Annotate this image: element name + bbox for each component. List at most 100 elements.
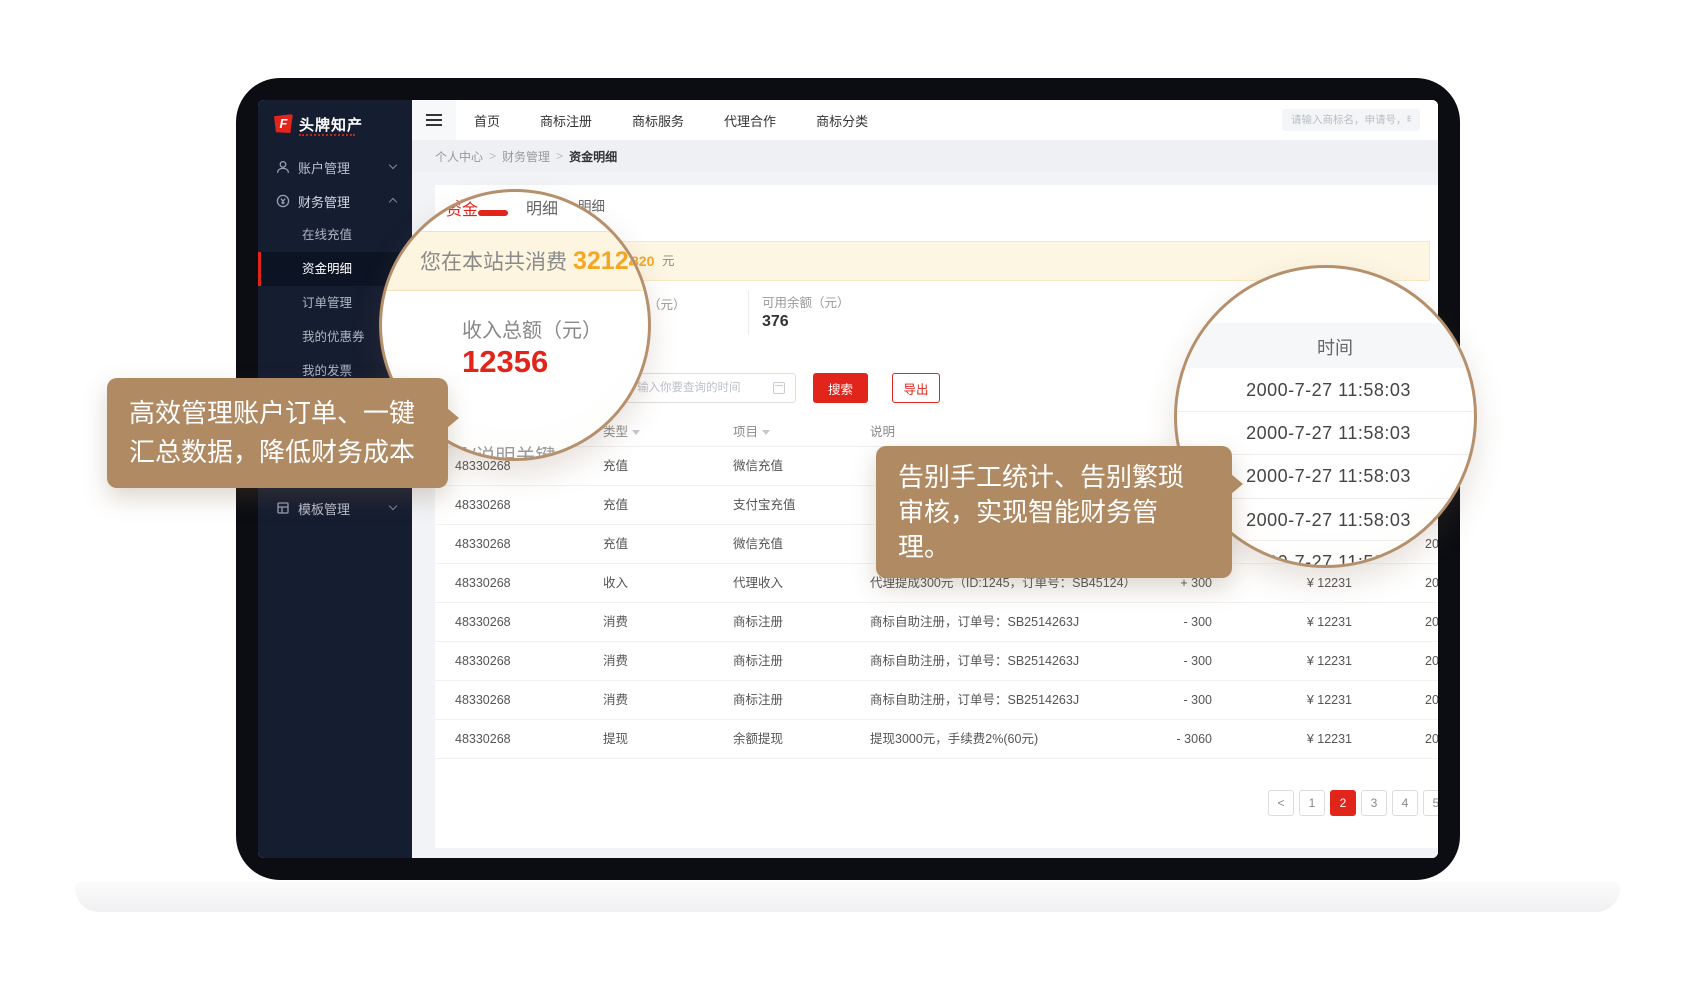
callout-line: 审核，实现智能财务管: [898, 495, 1210, 530]
nav-links: 首页 商标注册 商标服务 代理合作 商标分类: [474, 100, 868, 140]
cell-desc: 商标自助注册，订单号：SB2514263J: [870, 642, 1079, 681]
balance-label: 可用余额（元）: [762, 292, 850, 311]
sort-caret-icon: [632, 430, 640, 435]
breadcrumb-part[interactable]: 个人中心: [435, 148, 483, 165]
table-row: 48330268 消费 商标注册 商标自助注册，订单号：SB2514263J -…: [435, 642, 1438, 681]
logo-tagline-dots: [299, 134, 355, 136]
banner-unit: 元: [662, 242, 675, 280]
lens-separator: [1177, 411, 1477, 412]
cell-type: 充值: [603, 447, 628, 486]
cell-time: 2000-7-27 11:58:03: [1425, 681, 1438, 720]
cell-type: 充值: [603, 525, 628, 564]
search-button[interactable]: 搜索: [813, 373, 868, 403]
cell-project: 余额提现: [733, 720, 783, 759]
lens-time-header-label: 时间: [1317, 334, 1353, 360]
stat-divider: [748, 291, 749, 335]
sidebar-item-label: 财务管理: [298, 192, 350, 211]
lens-banner-amount: 32124: [573, 247, 643, 275]
sidebar-item-account[interactable]: 账户管理: [258, 150, 412, 184]
table-row: 48330268 提现 余额提现 提现3000元，手续费2%(60元) - 30…: [435, 720, 1438, 759]
cell-project: 商标注册: [733, 681, 783, 720]
cell-desc: 商标自助注册，订单号：SB2514263J: [870, 681, 1079, 720]
cell-time: 2000-7-27 11:58:03: [1425, 720, 1438, 759]
cell-order: 48330268: [455, 564, 511, 603]
cell-type: 收入: [603, 564, 628, 603]
table-row: 48330268 消费 商标注册 商标自助注册，订单号：SB2514263J -…: [435, 681, 1438, 720]
cell-amount: - 300: [1125, 681, 1212, 720]
header-project[interactable]: 项目: [733, 417, 770, 447]
pagination-page-4[interactable]: 4: [1392, 790, 1418, 816]
logo-icon: F: [274, 114, 293, 133]
sidebar-item-label: 账户管理: [298, 158, 350, 177]
stat-partial-unit: （元）: [648, 294, 686, 313]
cell-project: 支付宝充值: [733, 486, 796, 525]
lens-time-value: 2000-7-27 11:58:03: [1177, 423, 1477, 444]
template-icon: [276, 501, 290, 515]
logo[interactable]: F 头牌知产: [274, 114, 363, 135]
logo-text: 头牌知产: [299, 114, 363, 135]
cell-project: 商标注册: [733, 603, 783, 642]
top-navbar: 首页 商标注册 商标服务 代理合作 商标分类: [412, 100, 1438, 140]
search-input[interactable]: [1282, 109, 1420, 131]
callout-left: 高效管理账户订单、一键 汇总数据，降低财务成本: [107, 378, 448, 488]
table-row: 48330268 消费 商标注册 商标自助注册，订单号：SB2514263J -…: [435, 603, 1438, 642]
calendar-icon: [773, 382, 785, 394]
pagination-page-5[interactable]: 5: [1423, 790, 1438, 816]
chevron-down-icon: [389, 161, 397, 169]
cell-type: 消费: [603, 603, 628, 642]
lens-income-label: 收入总额（元）: [462, 314, 602, 343]
date-query-input[interactable]: [626, 373, 796, 403]
lens-tab-underline: [478, 210, 508, 216]
hamburger-icon[interactable]: [412, 100, 456, 140]
callout-right: 告别手工统计、告别繁琐 审核，实现智能财务管 理。: [876, 446, 1232, 578]
chevron-down-icon: [389, 502, 397, 510]
nav-item-trademark-register[interactable]: 商标注册: [540, 111, 592, 130]
sidebar-item-templates[interactable]: 模板管理: [258, 491, 412, 525]
sidebar-item-finance[interactable]: 财务管理: [258, 184, 412, 218]
cell-amount: - 300: [1125, 603, 1212, 642]
pagination-prev[interactable]: <: [1268, 790, 1294, 816]
callout-line: 汇总数据，降低财务成本: [129, 433, 426, 472]
cell-order: 48330268: [455, 720, 511, 759]
pagination: < 1 2 3 4 5: [1268, 790, 1438, 816]
cell-time: 2000-7-27 11:58:03: [1425, 642, 1438, 681]
cell-order: 48330268: [455, 642, 511, 681]
cell-amount: - 300: [1125, 642, 1212, 681]
cell-amount: - 3060: [1125, 720, 1212, 759]
nav-item-agent[interactable]: 代理合作: [724, 111, 776, 130]
header-desc: 说明: [870, 417, 895, 447]
cell-project: 代理收入: [733, 564, 783, 603]
nav-item-trademark-class[interactable]: 商标分类: [816, 111, 868, 130]
callout-arrow: [1231, 474, 1243, 494]
nav-item-home[interactable]: 首页: [474, 111, 500, 130]
callout-line: 理。: [898, 530, 1210, 565]
export-button[interactable]: 导出: [892, 373, 940, 403]
cell-order: 48330268: [455, 681, 511, 720]
cell-project: 微信充值: [733, 525, 783, 564]
sort-caret-icon: [762, 430, 770, 435]
cell-order: 48330268: [455, 525, 511, 564]
breadcrumb-part[interactable]: 财务管理: [502, 148, 550, 165]
cell-type: 提现: [603, 720, 628, 759]
cell-balance: ¥ 12231: [1263, 642, 1352, 681]
sidebar-item-label: 模板管理: [298, 499, 350, 518]
cell-type: 消费: [603, 642, 628, 681]
cell-time: 2000-7-27 11:58:03: [1425, 603, 1438, 642]
cell-balance: ¥ 12231: [1263, 681, 1352, 720]
lens-tab-fragment-red: 资金: [446, 196, 478, 220]
cell-time: 2000-7-27 11:58:03: [1425, 564, 1438, 603]
cell-type: 消费: [603, 681, 628, 720]
chevron-up-icon: [389, 198, 397, 206]
lens-banner-prefix: 您在本站共消费: [420, 251, 567, 274]
lens-consumption-banner: 您在本站共消费32124元: [379, 231, 651, 291]
finance-icon: [276, 194, 290, 208]
breadcrumb-current: 资金明细: [569, 148, 617, 165]
pagination-page-1[interactable]: 1: [1299, 790, 1325, 816]
pagination-page-2-active[interactable]: 2: [1330, 790, 1356, 816]
breadcrumb: 个人中心 > 财务管理 > 资金明细: [412, 140, 1438, 172]
cell-type: 充值: [603, 486, 628, 525]
lens-time-header: 时间: [1174, 323, 1477, 368]
pagination-page-3[interactable]: 3: [1361, 790, 1387, 816]
cell-project: 微信充值: [733, 447, 783, 486]
nav-item-trademark-service[interactable]: 商标服务: [632, 111, 684, 130]
